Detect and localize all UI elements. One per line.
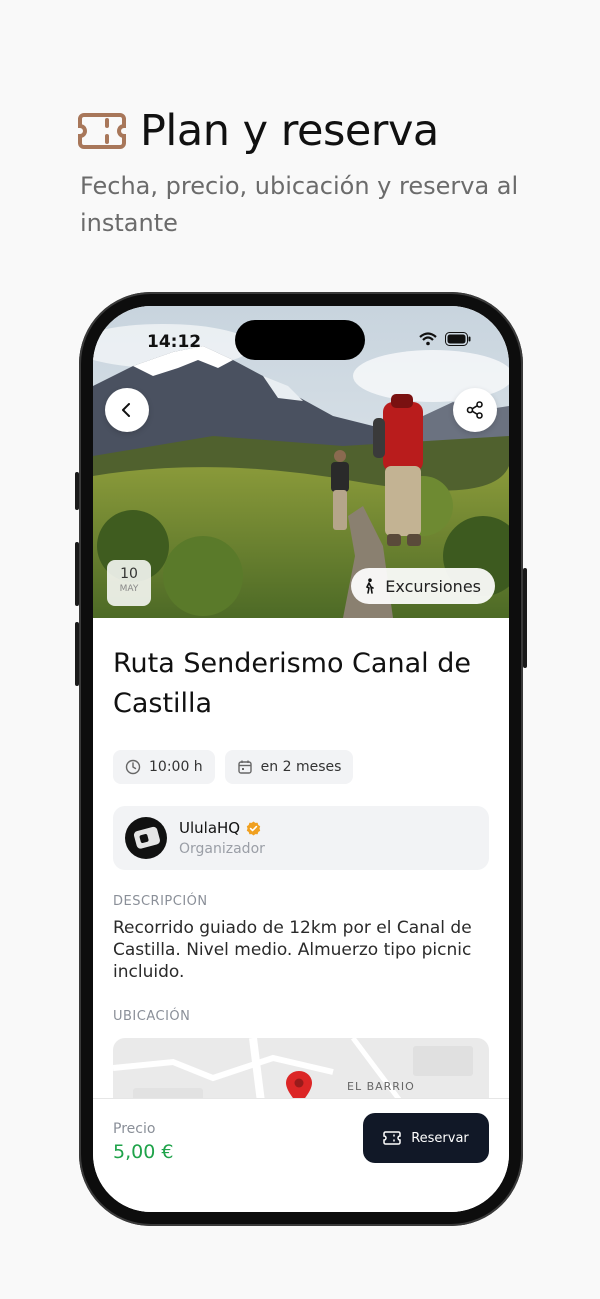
event-meta: 10:00 h en 2 meses [113, 750, 489, 784]
booking-bar: Precio 5,00 € Reservar [93, 1098, 509, 1212]
ticket-icon [383, 1131, 401, 1145]
phone-frame: 14:12 10 MAY Excursiones Ruta Senderismo… [75, 292, 527, 1226]
event-relative-date: en 2 meses [260, 759, 342, 775]
page-subtitle: Fecha, precio, ubicación y reserva al in… [80, 172, 519, 237]
wifi-icon [419, 332, 437, 346]
organizer-info: UlulaHQ Organizador [179, 819, 265, 857]
organizer-card[interactable]: UlulaHQ Organizador [113, 806, 489, 870]
category-label: Excursiones [385, 576, 481, 596]
price-value: 5,00 € [113, 1141, 174, 1163]
calendar-icon [237, 760, 252, 774]
verified-badge-icon [246, 821, 261, 835]
share-icon [466, 401, 483, 419]
date-day: 10 [120, 566, 138, 582]
share-button[interactable] [453, 388, 497, 432]
event-details: Ruta Senderismo Canal de Castilla 10:00 … [113, 618, 489, 1118]
price-label: Precio [113, 1121, 156, 1137]
action-button [75, 472, 79, 510]
ticket-icon [78, 113, 126, 149]
hiking-icon [366, 578, 375, 594]
reserve-label: Reservar [411, 1130, 469, 1146]
reserve-button[interactable]: Reservar [363, 1113, 489, 1163]
volume-up-button [75, 542, 79, 606]
app-screen: 14:12 10 MAY Excursiones Ruta Senderismo… [93, 306, 509, 1212]
back-button[interactable] [105, 388, 149, 432]
map-area-label: EL BARRIO [347, 1080, 415, 1093]
organizer-avatar [125, 817, 167, 859]
date-month: MAY [119, 584, 139, 594]
page-title: Plan y reserva [140, 106, 439, 156]
organizer-role: Organizador [179, 841, 265, 857]
status-icons [419, 332, 471, 346]
date-pill: en 2 meses [224, 750, 354, 784]
description-heading: DESCRIPCIÓN [113, 894, 208, 909]
date-badge: 10 MAY [107, 560, 151, 606]
organizer-name: UlulaHQ [179, 819, 241, 837]
dynamic-island [235, 320, 365, 360]
battery-icon [445, 332, 471, 346]
organizer-name-row: UlulaHQ [179, 819, 265, 837]
hero-title: Plan y reserva [78, 106, 439, 156]
chevron-left-icon [122, 403, 130, 417]
clock-icon [125, 759, 141, 775]
power-button [523, 568, 527, 668]
event-description: Recorrido guiado de 12km por el Canal de… [113, 918, 472, 982]
event-title: Ruta Senderismo Canal de Castilla [113, 648, 471, 719]
category-badge[interactable]: Excursiones [351, 568, 495, 604]
status-time: 14:12 [147, 332, 202, 352]
time-pill: 10:00 h [113, 750, 215, 784]
event-time: 10:00 h [149, 759, 203, 775]
volume-down-button [75, 622, 79, 686]
location-heading: UBICACIÓN [113, 1009, 191, 1024]
